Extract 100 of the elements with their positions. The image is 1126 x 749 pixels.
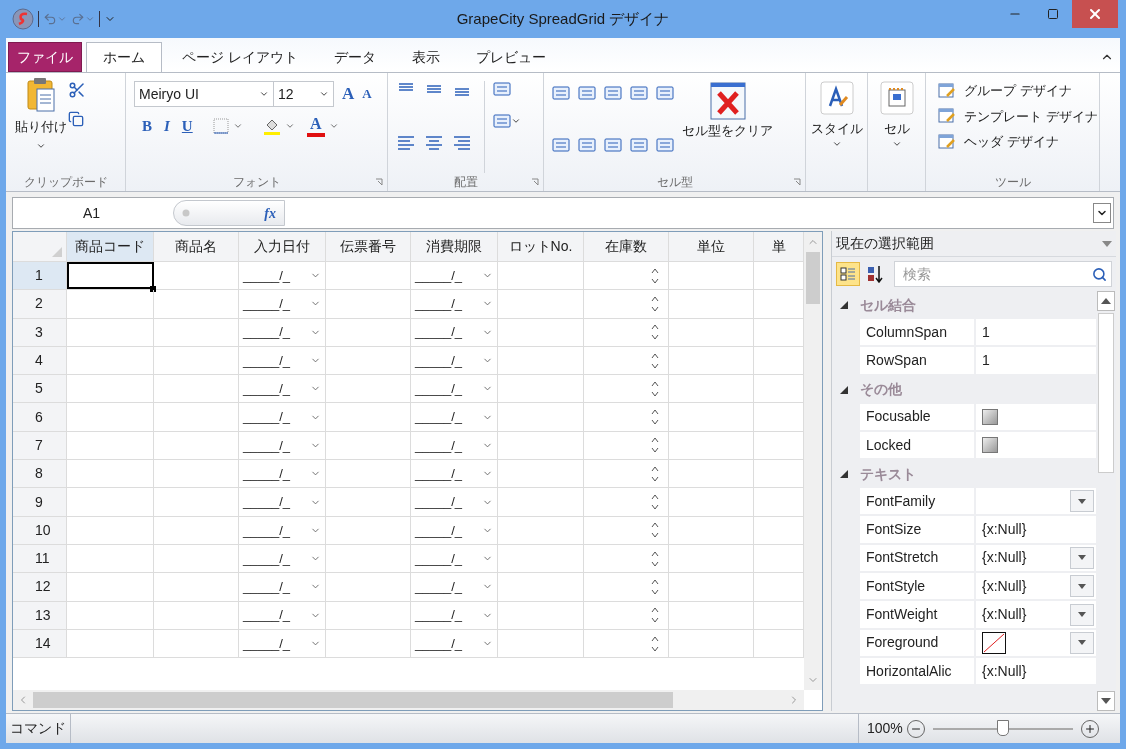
expanded-icon[interactable] [840,385,848,394]
zoom-slider-thumb[interactable] [996,719,1009,736]
property-value[interactable]: {x:Null} [982,547,1027,569]
checkbox[interactable] [982,408,998,425]
italic-button[interactable]: I [164,115,170,138]
date-cell[interactable]: _____/_ [239,488,325,516]
row-header[interactable]: 12 [13,573,67,601]
cut-button[interactable] [68,81,86,99]
designer-button[interactable]: グループ デザイナ [938,81,1099,101]
bold-button[interactable]: B [142,115,152,138]
row-header[interactable]: 6 [13,403,67,431]
ribbon-tab[interactable]: 表示 [395,42,456,72]
label-cell-type-icon[interactable] [578,85,596,101]
date-cell[interactable]: _____/_ [411,488,497,516]
dialog-launcher-icon[interactable] [793,178,801,186]
column-header[interactable]: 消費期限 [411,232,498,261]
checkbox-cell-type-icon[interactable] [604,85,622,101]
style-button[interactable]: スタイル [806,73,867,173]
horizontal-scrollbar[interactable] [13,690,804,710]
paste-button[interactable]: 貼り付け [14,77,68,173]
fill-color-button[interactable] [262,117,295,136]
ribbon-tab[interactable]: プレビュー [459,42,562,72]
row-header[interactable]: 1 [13,262,67,290]
column-header[interactable]: 在庫数 [584,232,669,261]
date-cell[interactable]: _____/_ [239,403,325,431]
dropdown-button[interactable] [1070,490,1094,513]
file-tab[interactable]: ファイル [8,42,82,72]
property-value[interactable]: {x:Null} [982,519,1027,541]
date-cell[interactable]: _____/_ [239,601,325,629]
row-header[interactable]: 13 [13,601,67,629]
date-cell[interactable]: _____/_ [411,403,497,431]
clear-cell-type-button[interactable]: セル型をクリア [682,81,773,173]
column-header[interactable]: ロットNo. [498,232,584,261]
checkbox[interactable] [982,437,998,454]
column-header[interactable]: 入力日付 [239,232,326,261]
property-value[interactable]: 1 [982,321,990,343]
designer-button[interactable]: テンプレート デザイナ [938,106,1099,126]
font-size-dropdown[interactable]: 12 [274,81,334,107]
row-header[interactable]: 4 [13,346,67,375]
date-cell[interactable]: _____/_ [411,516,497,544]
textbox-cell-type-icon[interactable] [552,137,570,153]
column-header[interactable]: 単位 [669,232,754,261]
column-header[interactable]: 伝票番号 [326,232,411,261]
dropdown-button[interactable] [1070,546,1094,569]
app-logo-icon[interactable] [12,8,34,30]
row-header[interactable]: 10 [13,516,67,544]
ribbon-tab[interactable]: データ [317,42,392,72]
merge-cells-icon[interactable] [493,113,511,129]
datetime-cell-type-icon[interactable] [604,137,622,153]
date-cell[interactable]: _____/_ [411,262,497,290]
image-cell-type-icon[interactable] [656,85,674,101]
scope-dropdown[interactable]: 現在の選択範囲 [832,231,1116,257]
spin-buttons-icon[interactable] [650,492,660,512]
row-header[interactable]: 11 [13,544,67,573]
borders-button[interactable] [212,118,243,135]
property-value[interactable]: {x:Null} [982,604,1027,625]
ribbon-tab[interactable]: ページ レイアウト [166,42,314,72]
date-cell[interactable]: _____/_ [411,601,497,629]
row-header[interactable]: 5 [13,375,67,403]
date-cell[interactable]: _____/_ [239,375,325,403]
align-left-icon[interactable] [396,135,416,151]
active-cell[interactable] [67,262,154,290]
date-cell[interactable]: _____/_ [411,290,497,318]
date-cell[interactable]: _____/_ [239,262,325,290]
align-center-icon[interactable] [424,135,444,151]
date-cell[interactable]: _____/_ [411,346,497,375]
align-right-icon[interactable] [452,135,472,151]
shrink-font-button[interactable]: A [362,84,372,104]
date-cell[interactable]: _____/_ [239,460,325,488]
date-cell[interactable]: _____/_ [411,375,497,403]
search-input[interactable]: 検索 [895,263,1092,285]
scrollbar-thumb[interactable] [806,252,820,304]
text-cell-type-icon[interactable] [552,85,570,101]
dropdown-button[interactable] [1070,631,1094,654]
row-header[interactable]: 8 [13,460,67,488]
vertical-scrollbar[interactable] [1096,291,1116,711]
date-cell[interactable]: _____/_ [411,544,497,573]
date-cell[interactable]: _____/_ [411,318,497,346]
underline-button[interactable]: U [181,115,193,138]
wrap-text-icon[interactable] [493,81,511,97]
copy-button[interactable] [68,111,86,127]
font-color-button[interactable]: A [306,115,339,137]
date-cell[interactable]: _____/_ [239,290,325,318]
date-cell[interactable]: _____/_ [239,516,325,544]
radio-cell-type-icon[interactable] [630,85,648,101]
date-cell[interactable]: _____/_ [239,431,325,460]
date-cell[interactable]: _____/_ [411,573,497,601]
mask-cell-type-icon[interactable] [630,137,648,153]
row-header[interactable]: 9 [13,488,67,516]
search-field[interactable]: 検索 [894,261,1112,287]
date-cell[interactable]: _____/_ [411,460,497,488]
designer-button[interactable]: ヘッダ デザイナ [938,132,1099,152]
expanded-icon[interactable] [840,470,848,479]
expanded-icon[interactable] [840,301,848,309]
column-header[interactable]: 商品コード [67,232,154,261]
redo-button[interactable] [71,12,95,26]
number-cell-type-icon[interactable] [656,137,674,153]
property-value[interactable]: {x:Null} [982,575,1027,597]
date-cell[interactable]: _____/_ [239,573,325,601]
column-header[interactable]: 商品名 [154,232,239,261]
